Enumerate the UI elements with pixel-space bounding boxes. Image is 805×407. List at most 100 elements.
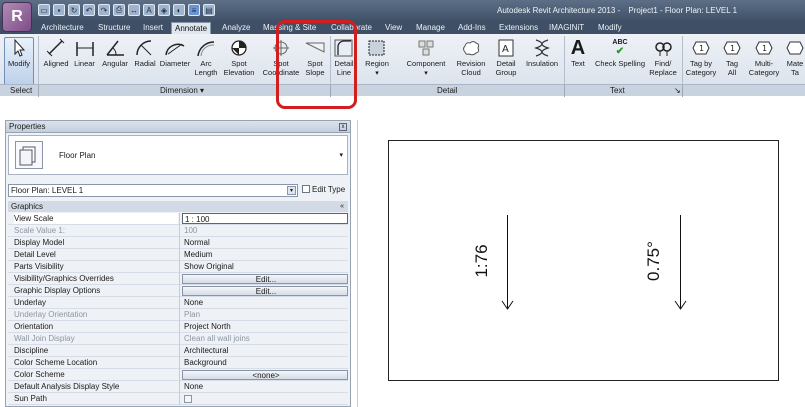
dropdown-arrow-icon[interactable]: ▾ xyxy=(287,186,296,195)
close-inactive-icon[interactable]: ▤ xyxy=(203,4,215,16)
tab-insert[interactable]: Insert xyxy=(143,22,163,34)
svg-text:A: A xyxy=(502,44,509,55)
detail-group-label-1: Detail xyxy=(496,59,516,68)
property-row[interactable]: Visibility/Graphics Overrides Edit... xyxy=(8,273,348,285)
text-a-glyph: A xyxy=(570,37,586,59)
radial-dimension-icon xyxy=(136,40,152,56)
panel-select[interactable]: Select xyxy=(10,86,32,95)
graphics-group-header[interactable]: Graphics « xyxy=(8,201,348,212)
component-button[interactable]: Component ▾ xyxy=(402,38,450,78)
detail-group-label-2: Group xyxy=(495,68,517,77)
linear-dimension-button[interactable]: Linear xyxy=(71,38,98,68)
property-value: 100 xyxy=(184,226,198,235)
check-spelling-button[interactable]: ABC ✔ Check Spelling xyxy=(592,38,648,68)
close-icon[interactable]: x xyxy=(339,123,347,131)
tab-add-ins[interactable]: Add-Ins xyxy=(458,22,486,34)
tab-annotate[interactable]: Annotate xyxy=(171,22,212,34)
angular-dimension-button[interactable]: Angular xyxy=(98,38,132,68)
property-row[interactable]: Color Scheme <none> xyxy=(8,369,348,381)
spot-slope-degrees[interactable]: 0.75° xyxy=(644,235,664,287)
tab-structure[interactable]: Structure xyxy=(98,22,130,34)
region-button[interactable]: Region ▾ xyxy=(361,38,393,78)
text-button[interactable]: A Text xyxy=(566,38,590,68)
property-row[interactable]: View Scale 1 : 100 xyxy=(8,213,348,225)
tab-analyze[interactable]: Analyze xyxy=(222,22,250,34)
instance-name: Floor Plan: LEVEL 1 xyxy=(11,186,84,195)
spot-tools-highlight xyxy=(276,20,357,109)
property-edit-button[interactable]: Edit... xyxy=(182,286,348,296)
property-row[interactable]: Display Model Normal xyxy=(8,237,348,249)
property-row[interactable]: Color Scheme Location Background xyxy=(8,357,348,369)
property-name: Underlay Orientation xyxy=(14,310,88,319)
property-divider xyxy=(179,297,180,309)
edit-type-button[interactable]: Edit Type xyxy=(302,185,345,194)
print-icon[interactable]: ⎙ xyxy=(113,4,125,16)
open-icon[interactable]: ▭ xyxy=(38,4,50,16)
insulation-button[interactable]: Insulation xyxy=(522,38,562,68)
spot-slope-ratio[interactable]: 1:76 xyxy=(472,239,492,283)
detail-group-button[interactable]: A Detail Group xyxy=(492,38,520,77)
angular-label: Angular xyxy=(102,59,128,68)
radial-dimension-button[interactable]: Radial xyxy=(131,38,159,68)
tag-by-category-button[interactable]: 1 Tag by Category xyxy=(683,38,719,77)
property-row[interactable]: Graphic Display Options Edit... xyxy=(8,285,348,297)
property-row[interactable]: Default Analysis Display Style None xyxy=(8,381,348,393)
text-panel-launcher-icon[interactable]: ↘ xyxy=(674,86,681,95)
property-row[interactable]: Discipline Architectural xyxy=(8,345,348,357)
chevron-down-icon[interactable]: ▾ xyxy=(339,151,343,159)
tab-extensions[interactable]: Extensions xyxy=(499,22,538,34)
collapse-icon[interactable]: « xyxy=(340,201,344,212)
diameter-dimension-button[interactable]: Diameter xyxy=(158,38,192,68)
aligned-dimension-button[interactable]: Aligned xyxy=(40,38,72,68)
region-dropdown-icon[interactable]: ▾ xyxy=(375,70,379,77)
undo-icon[interactable]: ↶ xyxy=(83,4,95,16)
quick-access-toolbar: ▭ ▪ ↻ ↶ ↷ ⎙ ↔ A ◈ ◐ ≡ ▤ xyxy=(38,4,215,18)
multi-category-label-2: Category xyxy=(748,68,780,77)
instance-selector[interactable]: Floor Plan: LEVEL 1 ▾ xyxy=(8,184,298,197)
property-divider xyxy=(179,381,180,393)
modify-tool[interactable]: Modify xyxy=(5,38,33,68)
revision-cloud-button[interactable]: Revision Cloud xyxy=(453,38,489,77)
multi-category-label-1: Multi- xyxy=(754,59,774,68)
property-row[interactable]: Parts Visibility Show Original xyxy=(8,261,348,273)
find-replace-button[interactable]: Find/ Replace xyxy=(648,38,678,77)
component-dropdown-icon[interactable]: ▾ xyxy=(424,70,428,77)
tab-modify[interactable]: Modify xyxy=(598,22,622,34)
tag-all-button[interactable]: 1 Tag All xyxy=(720,38,744,77)
ribbon-panel-labels: Select Dimension ▾ Detail Text ↘ xyxy=(0,84,805,97)
project-title: Project1 - Floor Plan: LEVEL 1 xyxy=(628,6,738,15)
tab-view[interactable]: View xyxy=(385,22,402,34)
property-edit-button[interactable]: Edit... xyxy=(182,274,348,284)
tab-architecture[interactable]: Architecture xyxy=(41,22,84,34)
property-row[interactable]: Orientation Project North xyxy=(8,321,348,333)
3d-view-icon[interactable]: ◈ xyxy=(158,4,170,16)
aligned-label: Aligned xyxy=(43,59,69,68)
material-tag-button[interactable]: Mate Ta xyxy=(784,38,805,77)
svg-text:1: 1 xyxy=(762,44,767,53)
thin-lines-icon[interactable]: ≡ xyxy=(188,4,200,16)
spot-elevation-button[interactable]: Spot Elevation xyxy=(221,38,257,77)
property-checkbox[interactable] xyxy=(182,393,348,404)
text-icon[interactable]: A xyxy=(143,4,155,16)
window-title: Autodesk Revit Architecture 2013 - Proje… xyxy=(497,6,737,15)
property-input[interactable]: 1 : 100 xyxy=(182,213,348,224)
tab-imaginit[interactable]: IMAGINiT xyxy=(549,22,584,34)
panel-dimension[interactable]: Dimension ▾ xyxy=(160,86,204,95)
redo-icon[interactable]: ↷ xyxy=(98,4,110,16)
measure-icon[interactable]: ↔ xyxy=(128,4,140,16)
arc-length-button[interactable]: Arc Length xyxy=(192,38,220,77)
checkbox-icon[interactable] xyxy=(184,394,192,403)
save-icon[interactable]: ▪ xyxy=(53,4,65,16)
type-selector[interactable]: Floor Plan ▾ xyxy=(8,135,348,175)
property-row[interactable]: Detail Level Medium xyxy=(8,249,348,261)
component-icon xyxy=(418,40,434,56)
property-edit-button[interactable]: <none> xyxy=(182,370,348,380)
sync-icon[interactable]: ↻ xyxy=(68,4,80,16)
application-menu-button[interactable]: R xyxy=(2,2,32,32)
property-row[interactable]: Underlay None xyxy=(8,297,348,309)
property-value: None xyxy=(184,298,204,307)
multi-category-button[interactable]: 1 Multi- Category xyxy=(746,38,782,77)
tab-manage[interactable]: Manage xyxy=(416,22,445,34)
property-row[interactable]: Sun Path xyxy=(8,393,348,405)
section-icon[interactable]: ◐ xyxy=(173,4,185,16)
